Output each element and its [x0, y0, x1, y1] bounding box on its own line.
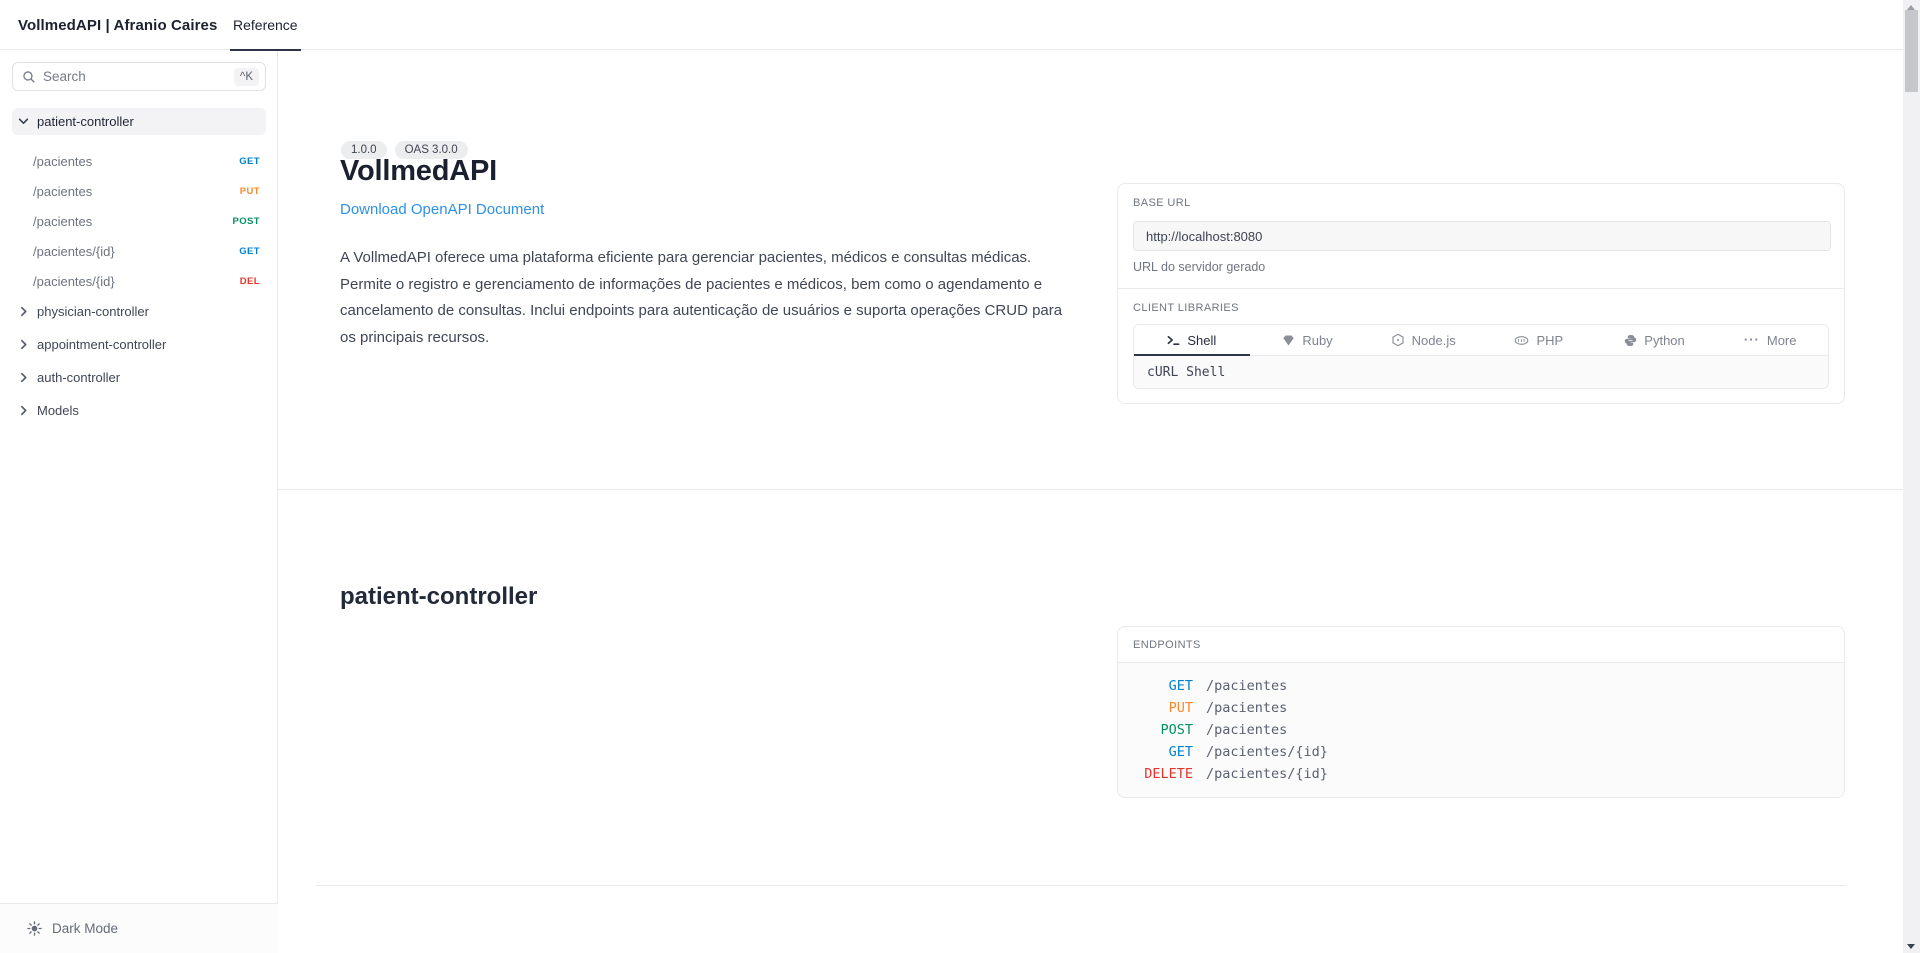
sidebar-endpoint-pacientes-post[interactable]: /pacientes POST [12, 206, 266, 236]
sidebar-item-label: Models [37, 403, 79, 418]
endpoint-path: /pacientes [33, 154, 239, 169]
method-badge: GET [239, 246, 260, 257]
path-label: /pacientes [1206, 675, 1287, 697]
base-url-help: URL do servidor gerado [1133, 260, 1829, 274]
download-openapi-link[interactable]: Download OpenAPI Document [340, 201, 544, 218]
method-badge: PUT [240, 186, 260, 197]
api-description: A VollmedAPI oferece uma plataforma efic… [340, 245, 1066, 351]
more-dots-icon: ··· [1744, 335, 1760, 345]
path-label: /pacientes [1206, 719, 1287, 741]
subsection-divider [316, 885, 1845, 886]
server-card: BASE URL URL do servidor gerado CLIENT L… [1117, 183, 1845, 404]
dark-mode-toggle[interactable]: Dark Mode [0, 903, 278, 953]
path-label: /pacientes/{id} [1206, 741, 1328, 763]
chevron-down-icon [18, 115, 32, 129]
tab-label: Shell [1187, 333, 1216, 348]
top-header: VollmedAPI | Afranio Caires Reference [0, 0, 1903, 50]
sun-icon [27, 921, 42, 936]
tab-label: Node.js [1412, 333, 1456, 348]
path-label: /pacientes/{id} [1206, 763, 1328, 785]
method-badge: DEL [240, 276, 260, 287]
vertical-scrollbar[interactable] [1903, 0, 1920, 953]
tab-label: More [1767, 333, 1797, 348]
sidebar-item-label: appointment-controller [37, 337, 166, 352]
tab-label: Ruby [1302, 333, 1332, 348]
method-label: POST [1133, 719, 1193, 741]
dark-mode-label: Dark Mode [52, 921, 118, 936]
base-url-label: BASE URL [1133, 197, 1829, 209]
endpoint-link-pacientes-id-get[interactable]: GET /pacientes/{id} [1133, 741, 1829, 763]
base-url-section: BASE URL URL do servidor gerado [1118, 184, 1844, 288]
scroll-down-arrow-icon[interactable] [1907, 944, 1915, 949]
path-label: /pacientes [1206, 697, 1287, 719]
php-icon [1514, 334, 1529, 347]
tab-ruby[interactable]: Ruby [1250, 325, 1366, 355]
method-label: PUT [1133, 697, 1193, 719]
page-title: VollmedAPI [340, 155, 497, 188]
tab-more[interactable]: ··· More [1712, 325, 1828, 355]
sidebar-nav: patient-controller /pacientes GET /pacie… [12, 108, 266, 425]
sidebar-item-appointment-controller[interactable]: appointment-controller [12, 329, 266, 359]
endpoint-link-pacientes-post[interactable]: POST /pacientes [1133, 719, 1829, 741]
endpoint-path: /pacientes [33, 184, 240, 199]
search-placeholder: Search [43, 69, 234, 84]
sidebar-item-label: patient-controller [37, 114, 134, 129]
app-title: VollmedAPI | Afranio Caires [18, 0, 217, 50]
nodejs-hexagon-icon [1391, 333, 1405, 347]
search-input[interactable]: Search ^K [12, 62, 266, 91]
sidebar-endpoint-pacientes-id-delete[interactable]: /pacientes/{id} DEL [12, 266, 266, 296]
endpoint-path: /pacientes/{id} [33, 274, 240, 289]
sidebar-item-auth-controller[interactable]: auth-controller [12, 362, 266, 392]
sidebar-item-models[interactable]: Models [12, 395, 266, 425]
endpoint-path: /pacientes/{id} [33, 244, 239, 259]
client-libraries-section: CLIENT LIBRARIES Shell Ruby [1118, 288, 1844, 403]
method-label: GET [1133, 741, 1193, 763]
client-libraries-box: Shell Ruby Node.js [1133, 324, 1829, 389]
tab-label: PHP [1536, 333, 1563, 348]
chevron-right-icon [18, 403, 32, 417]
sidebar-item-label: auth-controller [37, 370, 120, 385]
terminal-icon [1167, 334, 1180, 347]
method-badge: GET [239, 156, 260, 167]
sidebar: Search ^K patient-controller /pacientes … [0, 50, 278, 903]
sidebar-item-physician-controller[interactable]: physician-controller [12, 296, 266, 326]
sidebar-endpoint-pacientes-get[interactable]: /pacientes GET [12, 146, 266, 176]
tab-python[interactable]: Python [1597, 325, 1713, 355]
sidebar-endpoint-pacientes-id-get[interactable]: /pacientes/{id} GET [12, 236, 266, 266]
client-libraries-label: CLIENT LIBRARIES [1133, 302, 1829, 314]
search-icon [22, 70, 36, 84]
sidebar-item-patient-controller[interactable]: patient-controller [12, 108, 266, 135]
chevron-right-icon [18, 304, 32, 318]
tab-shell[interactable]: Shell [1134, 325, 1250, 355]
endpoint-path: /pacientes [33, 214, 233, 229]
tab-nodejs[interactable]: Node.js [1365, 325, 1481, 355]
chevron-right-icon [18, 370, 32, 384]
method-label: DELETE [1133, 763, 1193, 785]
section-title-patient-controller: patient-controller [340, 583, 537, 611]
endpoint-link-pacientes-put[interactable]: PUT /pacientes [1133, 697, 1829, 719]
code-sample[interactable]: cURL Shell [1134, 356, 1828, 388]
tab-label: Python [1644, 333, 1684, 348]
endpoints-label: ENDPOINTS [1133, 639, 1201, 651]
sidebar-item-label: physician-controller [37, 304, 149, 319]
sidebar-endpoint-pacientes-put[interactable]: /pacientes PUT [12, 176, 266, 206]
tab-php[interactable]: PHP [1481, 325, 1597, 355]
method-badge: POST [233, 216, 260, 227]
endpoints-card-header: ENDPOINTS [1118, 627, 1844, 663]
method-label: GET [1133, 675, 1193, 697]
search-shortcut-badge: ^K [234, 68, 259, 86]
scrollbar-thumb[interactable] [1905, 10, 1918, 92]
endpoints-card: ENDPOINTS GET /pacientes PUT /pacientes … [1117, 626, 1845, 798]
python-icon [1624, 334, 1637, 347]
client-library-tabs: Shell Ruby Node.js [1134, 325, 1828, 356]
base-url-input[interactable] [1133, 221, 1831, 251]
endpoint-link-pacientes-get[interactable]: GET /pacientes [1133, 675, 1829, 697]
ruby-gem-icon [1282, 334, 1295, 347]
tab-reference[interactable]: Reference [230, 0, 301, 50]
section-divider [278, 489, 1903, 490]
endpoint-link-pacientes-id-delete[interactable]: DELETE /pacientes/{id} [1133, 763, 1829, 785]
endpoints-card-body: GET /pacientes PUT /pacientes POST /paci… [1118, 663, 1844, 797]
chevron-right-icon [18, 337, 32, 351]
